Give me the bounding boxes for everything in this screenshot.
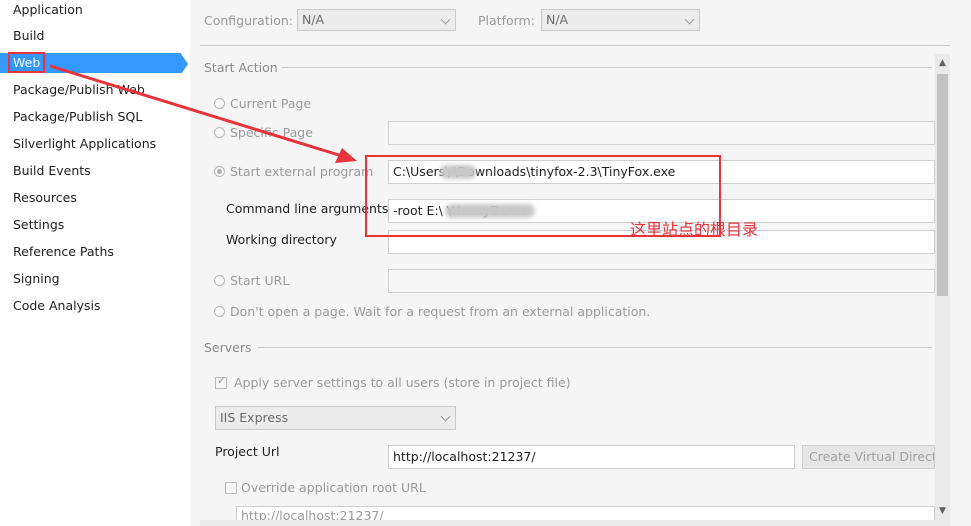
scroll-up-icon[interactable]: ▲: [935, 56, 950, 70]
horizontal-scrollbar[interactable]: [200, 520, 935, 526]
start-action-title: Start Action: [204, 60, 278, 75]
configuration-dropdown[interactable]: N/A: [297, 9, 456, 31]
apply-all-users-checkbox[interactable]: ✓: [215, 374, 227, 389]
dont-open-page-label: Don't open a page. Wait for a request fr…: [230, 304, 651, 319]
project-url-label: Project Url: [215, 444, 280, 459]
nav-item-code-analysis[interactable]: Code Analysis: [13, 296, 100, 316]
platform-label: Platform:: [478, 13, 535, 28]
specific-page-radio[interactable]: [214, 127, 225, 138]
vertical-scrollbar[interactable]: ▲ ▼: [935, 54, 950, 526]
annotation-note: 这里站点的根目录: [630, 220, 759, 239]
nav-item-settings[interactable]: Settings: [13, 215, 64, 235]
nav-item-build-events[interactable]: Build Events: [13, 161, 91, 181]
project-properties-nav: Application Build Web Package/Publish We…: [0, 0, 190, 526]
current-page-radio[interactable]: [214, 98, 225, 109]
nav-item-silverlight-applications[interactable]: Silverlight Applications: [13, 134, 156, 154]
chevron-down-icon: [440, 411, 451, 422]
servers-divider: [258, 347, 932, 348]
header-divider: [200, 45, 950, 46]
servers-title: Servers: [204, 340, 252, 355]
start-external-program-radio[interactable]: [214, 166, 225, 177]
checkmark-icon: ✓: [217, 374, 227, 387]
specific-page-input[interactable]: [388, 121, 935, 145]
create-virtual-directory-button[interactable]: Create Virtual Directory: [802, 445, 935, 469]
nav-item-web[interactable]: Web: [0, 52, 181, 73]
override-root-url-checkbox[interactable]: [225, 482, 237, 494]
apply-all-users-label: Apply server settings to all users (stor…: [234, 375, 571, 390]
platform-dropdown[interactable]: N/A: [541, 9, 700, 31]
server-type-dropdown[interactable]: IIS Express: [215, 406, 456, 430]
nav-item-package-publish-sql[interactable]: Package/Publish SQL: [13, 107, 142, 127]
project-url-input[interactable]: http://localhost:21237/: [388, 445, 795, 469]
scrollbar-thumb[interactable]: [937, 74, 948, 296]
specific-page-label: Specific Page: [230, 125, 313, 140]
nav-item-package-publish-web[interactable]: Package/Publish Web: [13, 80, 145, 100]
start-url-radio[interactable]: [214, 275, 225, 286]
nav-item-signing[interactable]: Signing: [13, 269, 60, 289]
working-directory-label: Working directory: [226, 232, 337, 247]
selection-pointer-icon: [181, 54, 188, 74]
nav-item-resources[interactable]: Resources: [13, 188, 77, 208]
nav-item-reference-paths[interactable]: Reference Paths: [13, 242, 114, 262]
nav-item-web-label: Web: [7, 52, 46, 73]
start-action-divider: [282, 67, 932, 68]
scroll-down-icon[interactable]: ▼: [935, 504, 950, 518]
start-url-input[interactable]: [388, 269, 935, 293]
nav-item-application[interactable]: Application: [13, 0, 83, 20]
start-url-label: Start URL: [230, 273, 290, 288]
start-external-program-label: Start external program: [230, 164, 374, 179]
chevron-down-icon: [684, 14, 695, 25]
current-page-label: Current Page: [230, 96, 312, 111]
nav-item-build[interactable]: Build: [13, 26, 44, 46]
chevron-down-icon: [440, 14, 451, 25]
override-root-url-label: Override application root URL: [241, 480, 426, 495]
configuration-label: Configuration:: [204, 13, 293, 28]
dont-open-page-radio[interactable]: [214, 306, 225, 317]
